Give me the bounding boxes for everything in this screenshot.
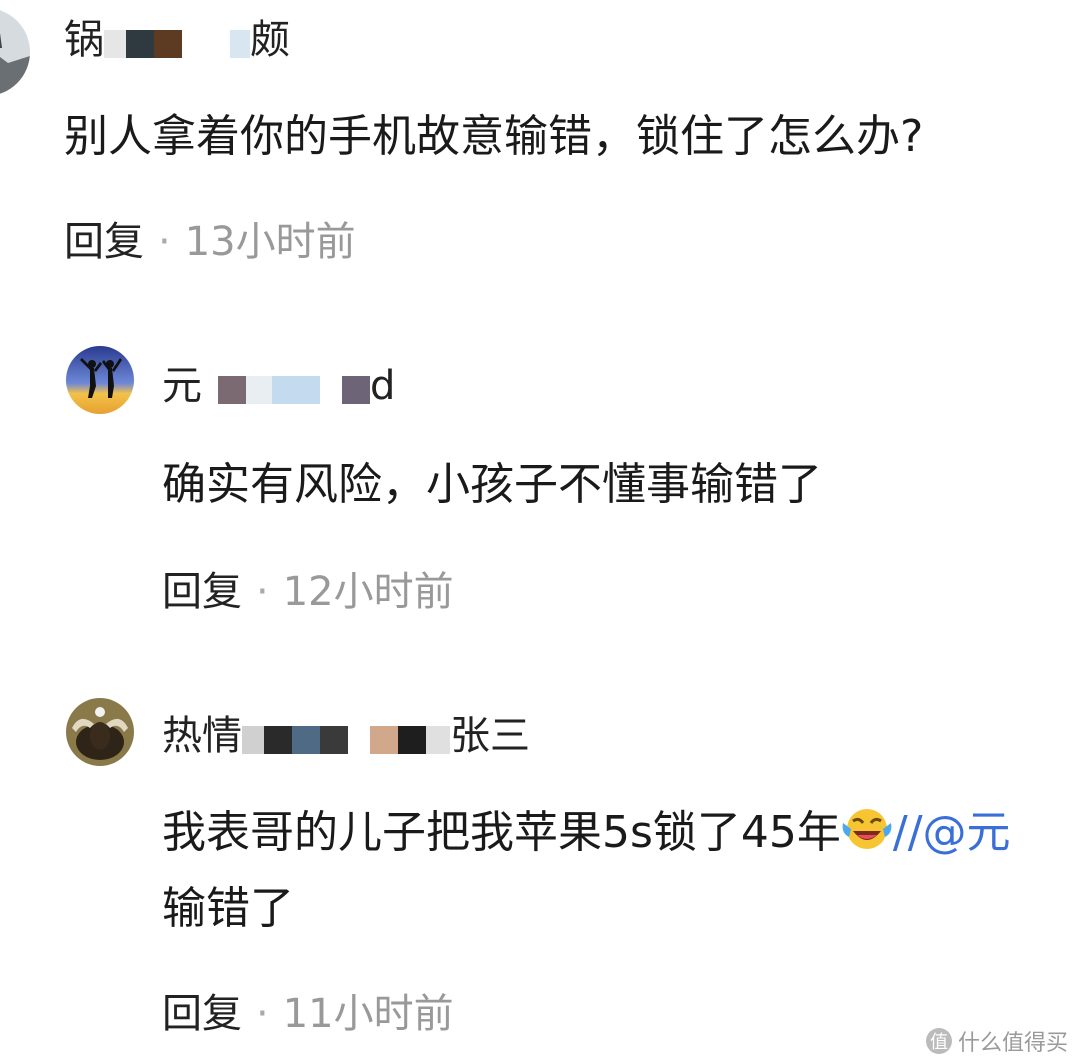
redacted-mosaic [104,22,250,62]
separator-dot: · [256,569,269,615]
smzdm-logo-icon: 值 [925,1028,952,1054]
separator-dot: · [256,991,269,1037]
username[interactable]: 锅颇 [64,20,290,62]
comment-meta: 回复 · 11小时前 [162,994,454,1034]
comment-meta: 回复 · 12小时前 [162,572,454,612]
comment-content-continued: 输错了 [162,883,294,934]
reply-button[interactable]: 回复 [64,219,144,265]
mention-link[interactable]: //@元 [893,807,1011,858]
timestamp: 11小时前 [282,991,454,1037]
comment-content: 别人拿着你的手机故意输错，锁住了怎么办? [64,111,924,162]
timestamp: 13小时前 [184,219,356,265]
comment-meta: 回复 · 13小时前 [64,222,356,262]
watermark-text: 什么值得买 [957,1031,1068,1056]
laughing-crying-emoji-icon [841,807,893,851]
site-watermark: 值 什么值得买 [925,1025,1068,1057]
comment-content: 确实有风险，小孩子不懂事输错了 [162,459,822,510]
reply-button[interactable]: 回复 [162,991,242,1037]
avatar[interactable] [66,346,134,414]
username[interactable]: 元d [162,366,395,408]
separator-dot: · [158,219,171,265]
redacted-mosaic [202,368,370,408]
timestamp: 12小时前 [282,569,454,615]
reply-button[interactable]: 回复 [162,569,242,615]
avatar[interactable] [66,698,134,766]
avatar[interactable] [0,8,30,96]
username[interactable]: 热情 张三 [162,716,530,758]
comment-content: 我表哥的儿子把我苹果5s锁了45年 //@元 [162,807,1011,858]
redacted-mosaic [242,718,450,758]
